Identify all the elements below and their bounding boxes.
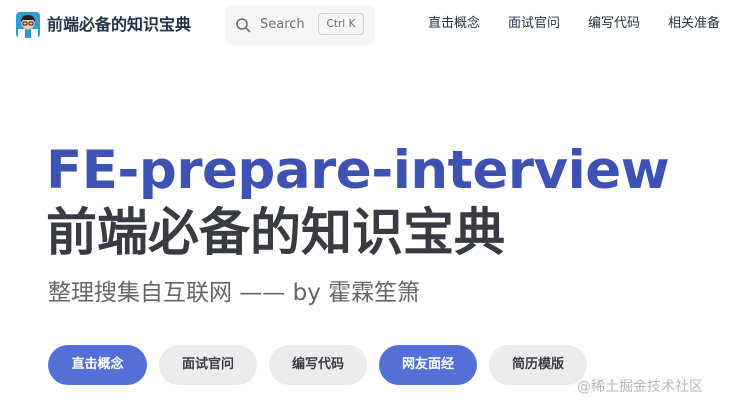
- action-button-interview-experience[interactable]: 网友面经: [379, 345, 477, 385]
- action-button-resume-template[interactable]: 简历模版: [489, 345, 587, 385]
- watermark: @稀土掘金技术社区: [577, 379, 703, 395]
- developer-avatar-icon[interactable]: [16, 12, 40, 38]
- action-button-interviewer[interactable]: 面试官问: [159, 345, 257, 385]
- search-shortcut: Ctrl K: [318, 13, 364, 35]
- search-button[interactable]: Search Ctrl K: [225, 5, 375, 45]
- hero-name: FE-prepare-interview: [46, 140, 670, 201]
- hero-text: 前端必备的知识宝典: [46, 204, 506, 263]
- site-title[interactable]: 前端必备的知识宝典: [47, 12, 191, 38]
- hero-tagline: 整理搜集自互联网 —— by 霍霖笙箫: [48, 280, 421, 306]
- action-button-concepts[interactable]: 直击概念: [48, 345, 147, 385]
- search-label: Search: [260, 17, 305, 32]
- nav-link-preparation[interactable]: 相关准备: [668, 15, 720, 33]
- nav-link-concepts[interactable]: 直击概念: [428, 15, 480, 33]
- nav-link-interviewer[interactable]: 面试官问: [508, 15, 560, 33]
- action-button-coding[interactable]: 编写代码: [269, 345, 367, 385]
- navbar: 前端必备的知识宝典 Search Ctrl K 直击概念 面试官问 编写代码 相…: [0, 0, 729, 50]
- nav-link-coding[interactable]: 编写代码: [588, 15, 640, 33]
- search-icon: [236, 18, 251, 33]
